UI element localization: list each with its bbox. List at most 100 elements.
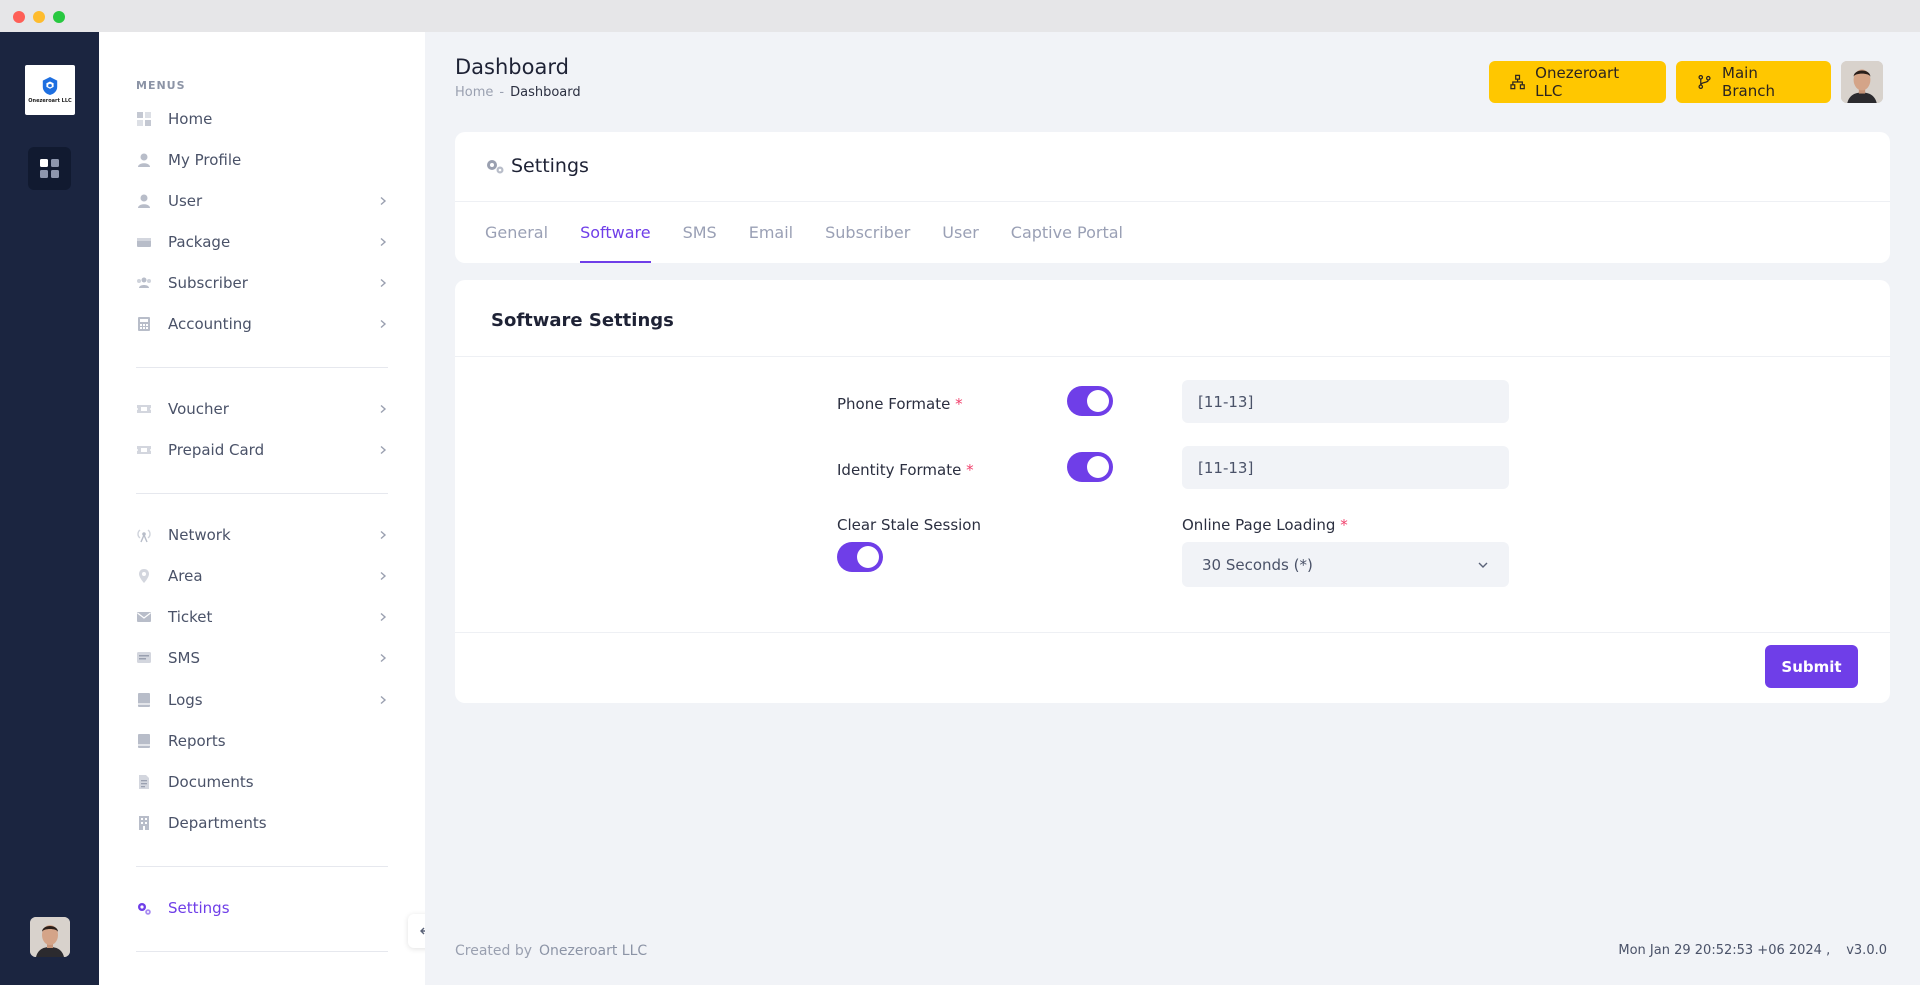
phone-format-label: Phone Formate * [837,395,963,413]
chevron-right-icon [380,319,387,329]
phone-format-toggle[interactable] [1067,386,1113,416]
sitemap-icon [1510,74,1525,90]
company-button-label: Onezeroart LLC [1535,64,1620,100]
sidebar-item-label: Voucher [168,400,229,418]
sidebar-item-label: Ticket [168,608,213,626]
chevron-right-icon [380,278,387,288]
broadcast-icon [136,527,152,543]
book-icon [136,692,152,708]
shield-logo-icon [42,77,58,95]
user-avatar[interactable] [30,917,70,957]
submit-button[interactable]: Submit [1765,645,1858,688]
minimize-window-button[interactable] [33,11,45,23]
sidebar-item-settings[interactable]: Settings [136,894,388,922]
menu-divider [136,866,388,867]
identity-format-input[interactable] [1182,446,1509,489]
clear-stale-session-toggle[interactable] [837,542,883,572]
online-page-loading-select[interactable]: 30 Seconds (*) [1182,542,1509,587]
menu-divider [136,367,388,368]
tab-general[interactable]: General [485,201,548,263]
document-icon [136,774,152,790]
git-branch-icon [1698,74,1711,90]
sidebar-item-label: My Profile [168,151,242,169]
sidebar-item-label: Prepaid Card [168,441,265,459]
tab-user[interactable]: User [942,201,978,263]
footer-company-link[interactable]: Onezeroart LLC [539,943,647,959]
sidebar-item-label: Reports [168,732,226,750]
select-value: 30 Seconds (*) [1202,555,1313,574]
user-avatar-image [1841,61,1883,103]
toggle-knob [857,546,879,568]
required-mark: * [1340,516,1348,534]
chevron-right-icon [380,612,387,622]
logo-text: Onezeroart LLC [28,98,72,104]
chevron-right-icon [380,530,387,540]
app-rail: Onezeroart LLC [0,32,99,985]
sidebar-item-accounting[interactable]: Accounting [136,310,388,338]
sidebar-item-label: Documents [168,773,254,791]
breadcrumb-current: Dashboard [510,85,581,100]
sidebar-item-user[interactable]: User [136,187,388,215]
menu-divider [136,951,388,952]
sidebar-item-prepaid-card[interactable]: Prepaid Card [136,436,388,464]
window-titlebar [0,0,1920,32]
sidebar-item-package[interactable]: Package [136,228,388,256]
company-button[interactable]: Onezeroart LLC [1489,61,1666,103]
footer-credit: Created by Onezeroart LLC [455,943,647,959]
tab-email[interactable]: Email [749,201,793,263]
form-title: Software Settings [491,310,674,331]
phone-format-input[interactable] [1182,380,1509,423]
sidebar-item-label: Accounting [168,315,252,333]
apps-button[interactable] [28,147,71,190]
maximize-window-button[interactable] [53,11,65,23]
tab-subscriber[interactable]: Subscriber [825,201,910,263]
sidebar-item-logs[interactable]: Logs [136,686,388,714]
person-icon [136,193,152,209]
sidebar-item-label: Settings [168,899,230,917]
sidebar-item-label: Subscriber [168,274,248,292]
company-logo[interactable]: Onezeroart LLC [25,65,75,115]
close-window-button[interactable] [13,11,25,23]
breadcrumb-separator: - [499,85,505,100]
sidebar-item-sms[interactable]: SMS [136,644,388,672]
calculator-icon [136,316,152,332]
grid-icon [136,111,152,127]
online-page-loading-label: Online Page Loading * [1182,516,1348,534]
chevron-right-icon [380,653,387,663]
sidebar-item-departments[interactable]: Departments [136,809,388,837]
sidebar-item-label: Logs [168,691,203,709]
tab-captive-portal[interactable]: Captive Portal [1011,201,1123,263]
software-settings-card: Software Settings Phone Formate * Identi… [455,280,1890,703]
sidebar-item-ticket[interactable]: Ticket [136,603,388,631]
header-avatar[interactable] [1841,61,1883,103]
breadcrumb-home-link[interactable]: Home [455,85,493,100]
sidebar-item-reports[interactable]: Reports [136,727,388,755]
sidebar-item-home[interactable]: Home [136,105,388,133]
sidebar-item-label: Network [168,526,231,544]
sidebar-item-area[interactable]: Area [136,562,388,590]
people-icon [136,275,152,291]
sidebar-item-subscriber[interactable]: Subscriber [136,269,388,297]
settings-header: Settings [485,155,589,177]
settings-card: Settings General Software SMS Email Subs… [455,132,1890,263]
branch-button[interactable]: Main Branch [1676,61,1831,103]
chevron-right-icon [380,404,387,414]
tab-software[interactable]: Software [580,201,651,263]
tab-sms[interactable]: SMS [683,201,717,263]
identity-format-toggle[interactable] [1067,452,1113,482]
identity-format-label: Identity Formate * [837,461,974,479]
sidebar-item-label: SMS [168,649,200,667]
location-icon [136,568,152,584]
sidebar-item-my-profile[interactable]: My Profile [136,146,388,174]
menus-heading: MENUS [136,79,186,92]
required-mark: * [955,395,963,413]
sidebar-item-label: Home [168,110,213,128]
toggle-knob [1087,390,1109,412]
menu-divider [136,493,388,494]
sidebar-item-voucher[interactable]: Voucher [136,395,388,423]
footer-datetime: Mon Jan 29 20:52:53 +06 2024 , [1618,943,1831,958]
required-mark: * [966,461,974,479]
divider [455,632,1890,633]
sidebar-item-documents[interactable]: Documents [136,768,388,796]
sidebar-item-network[interactable]: Network [136,521,388,549]
